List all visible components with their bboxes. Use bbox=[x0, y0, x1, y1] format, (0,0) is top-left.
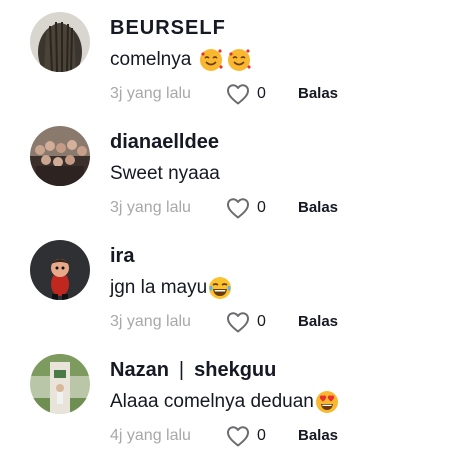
username-secondary[interactable]: shekguu bbox=[194, 359, 276, 381]
username[interactable]: BEURSELF bbox=[110, 14, 226, 42]
comment-text: Alaaa comelnya deduan bbox=[110, 388, 339, 416]
heart-outline-icon[interactable] bbox=[226, 311, 250, 333]
comment-text: comelnya bbox=[110, 46, 252, 74]
comment-meta: 3j yang lalu 0 Balas bbox=[110, 310, 450, 334]
comment-meta: 3j yang lalu 0 Balas bbox=[110, 82, 450, 106]
like-count: 0 bbox=[257, 85, 266, 102]
like-button[interactable]: 0 bbox=[226, 424, 266, 448]
username[interactable]: ira bbox=[110, 242, 134, 270]
timestamp: 4j yang lalu bbox=[110, 427, 191, 444]
username[interactable]: Nazan | shekguu bbox=[110, 356, 276, 384]
comment-meta: 3j yang lalu 0 Balas bbox=[110, 196, 450, 220]
heart-outline-icon[interactable] bbox=[226, 197, 250, 219]
avatar[interactable] bbox=[30, 12, 90, 72]
comment-text: Sweet nyaaa bbox=[110, 160, 220, 188]
comment-item: BEURSELF comelnya 3j yang lalu 0 Balas bbox=[0, 0, 465, 114]
comment-text-content: jgn la mayu bbox=[110, 277, 208, 298]
timestamp: 3j yang lalu bbox=[110, 313, 191, 330]
timestamp: 3j yang lalu bbox=[110, 199, 191, 216]
comment-text-content: Alaaa comelnya deduan bbox=[110, 391, 314, 412]
comment-meta: 4j yang lalu 0 Balas bbox=[110, 424, 450, 448]
timestamp: 3j yang lalu bbox=[110, 85, 191, 102]
like-button[interactable]: 0 bbox=[226, 310, 266, 334]
heart-outline-icon[interactable] bbox=[226, 425, 250, 447]
comment-item: ira jgn la mayu 3j yang lalu 0 Balas bbox=[0, 228, 465, 342]
smiling-hearts-emoji bbox=[199, 48, 224, 72]
username-separator: | bbox=[178, 359, 185, 381]
comment-item: Nazan | shekguu Alaaa comelnya deduan 4j y… bbox=[0, 342, 465, 456]
comment-item: dianaelldee Sweet nyaaa 3j yang lalu 0 B… bbox=[0, 114, 465, 228]
reply-button[interactable]: Balas bbox=[298, 82, 338, 106]
like-count: 0 bbox=[257, 427, 266, 444]
avatar[interactable] bbox=[30, 126, 90, 186]
like-button[interactable]: 0 bbox=[226, 196, 266, 220]
comment-text-content: comelnya bbox=[110, 49, 192, 70]
avatar[interactable] bbox=[30, 240, 90, 300]
comment-text-content: Sweet nyaaa bbox=[110, 163, 220, 184]
reply-button[interactable]: Balas bbox=[298, 310, 338, 334]
comment-text: jgn la mayu bbox=[110, 274, 232, 302]
heart-outline-icon[interactable] bbox=[226, 83, 250, 105]
tears-of-joy-emoji bbox=[208, 276, 232, 300]
heart-eyes-emoji bbox=[315, 390, 339, 414]
smiling-hearts-emoji bbox=[227, 48, 252, 72]
reply-button[interactable]: Balas bbox=[298, 196, 338, 220]
username-primary[interactable]: Nazan bbox=[110, 359, 169, 381]
avatar[interactable] bbox=[30, 354, 90, 414]
like-count: 0 bbox=[257, 199, 266, 216]
like-count: 0 bbox=[257, 313, 266, 330]
reply-button[interactable]: Balas bbox=[298, 424, 338, 448]
like-button[interactable]: 0 bbox=[226, 82, 266, 106]
username[interactable]: dianaelldee bbox=[110, 128, 219, 156]
